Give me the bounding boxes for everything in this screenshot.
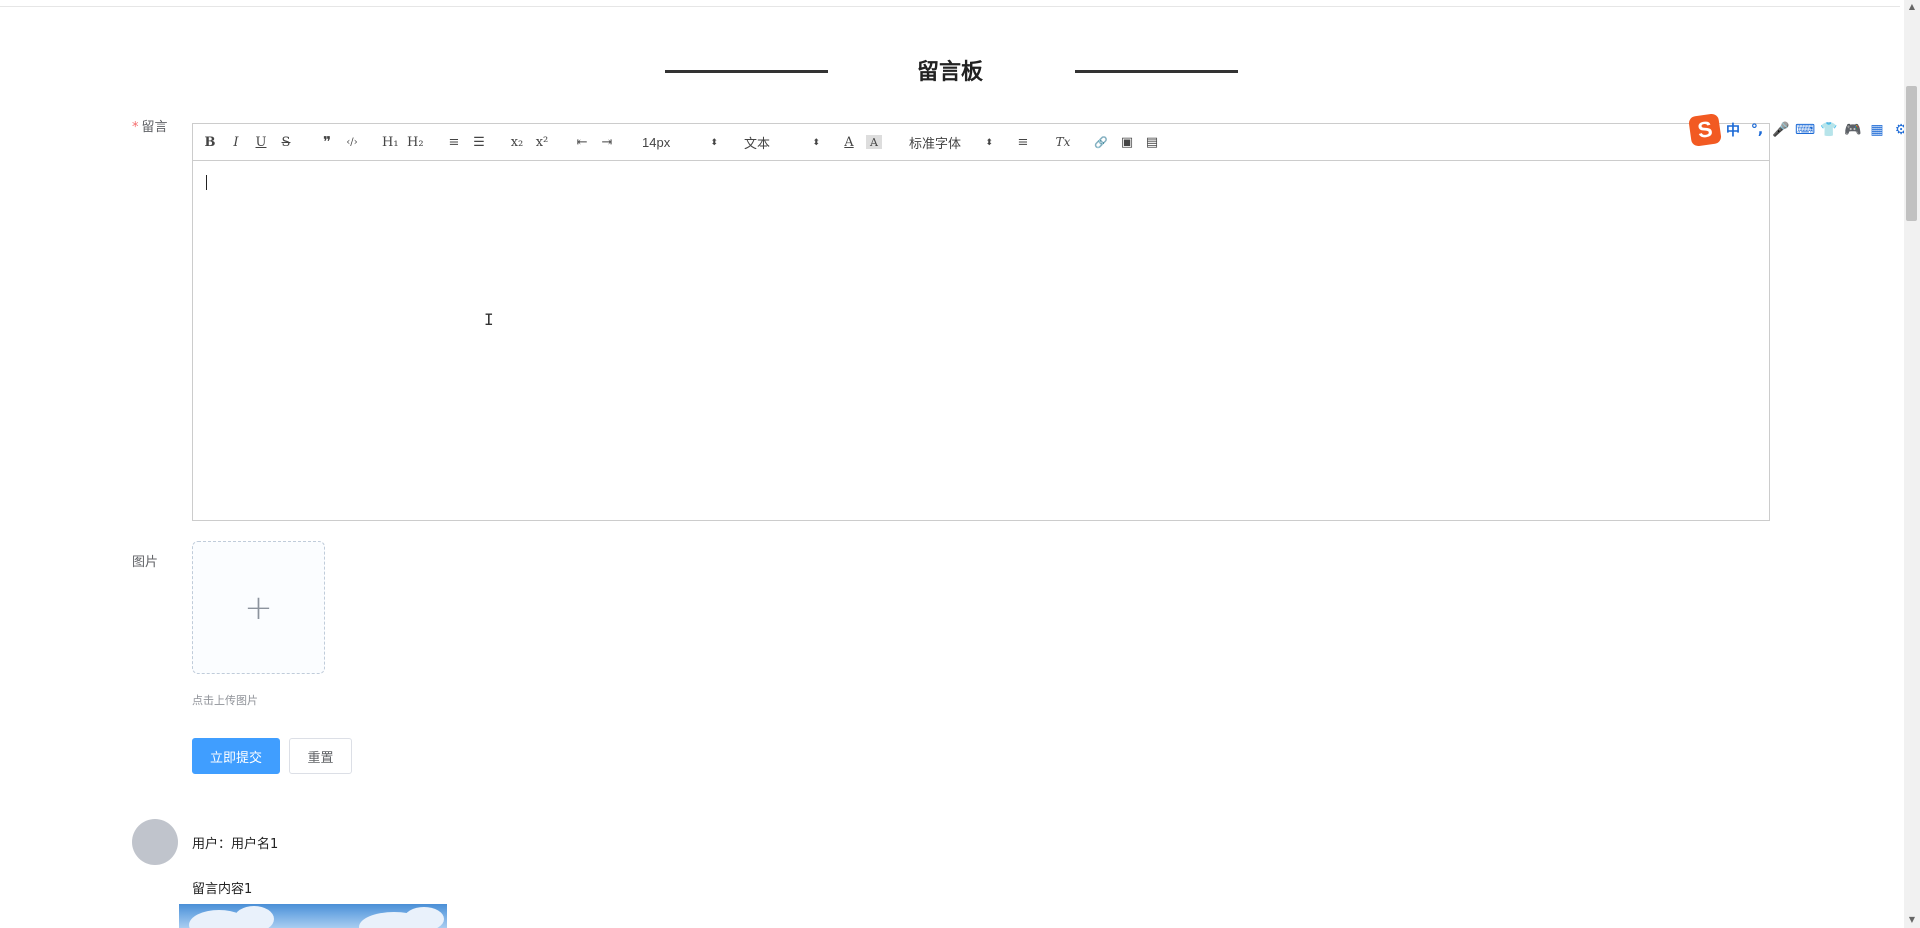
font-size-value: 14px: [642, 134, 671, 150]
upload-tip: 点击上传图片: [192, 694, 258, 707]
message-user: 用户：用户名1: [192, 837, 279, 852]
ime-skin-icon[interactable]: 👕: [1818, 119, 1840, 141]
rich-text-editor: B I U S ❞ ‹/› H₁ H₂ ≡ ☰ x₂ x² ⇤ ⇥ 14px ⬍…: [192, 123, 1770, 521]
image-icon[interactable]: ▣: [1119, 132, 1135, 152]
chevron-updown-icon: ⬍: [985, 137, 993, 147]
image-upload-box[interactable]: +: [192, 541, 325, 674]
ime-chinese-mode-icon[interactable]: 中: [1722, 119, 1744, 141]
editor-content-area[interactable]: I: [193, 161, 1769, 519]
avatar: [132, 819, 178, 865]
link-icon[interactable]: 🔗: [1093, 132, 1109, 152]
bullet-list-icon[interactable]: ☰: [471, 132, 487, 152]
scroll-down-arrow-icon[interactable]: ▼: [1906, 915, 1918, 924]
header-picker-value: 文本: [744, 135, 771, 151]
align-icon[interactable]: ≡: [1015, 132, 1031, 152]
italic-button[interactable]: I: [228, 132, 244, 152]
text-cursor: [206, 175, 207, 190]
header-2-button[interactable]: H₂: [407, 132, 424, 152]
outdent-icon[interactable]: ⇤: [574, 132, 590, 152]
ordered-list-icon[interactable]: ≡: [446, 132, 462, 152]
ime-microphone-icon[interactable]: 🎤: [1770, 119, 1792, 141]
scroll-up-arrow-icon[interactable]: ▲: [1906, 2, 1918, 11]
reset-button[interactable]: 重置: [289, 738, 352, 774]
font-family-picker[interactable]: 标准字体 ⬍: [909, 132, 993, 152]
bold-button[interactable]: B: [202, 132, 218, 152]
submit-button[interactable]: 立即提交: [192, 738, 280, 774]
strike-button[interactable]: S: [278, 132, 294, 152]
blockquote-icon[interactable]: ❞: [319, 132, 335, 152]
message-image[interactable]: [179, 904, 447, 928]
title-decor-line-left: [665, 70, 828, 73]
chevron-updown-icon: ⬍: [710, 137, 718, 147]
message-content: 留言内容1: [192, 882, 253, 897]
background-color-icon[interactable]: A: [866, 135, 882, 149]
video-icon[interactable]: ▤: [1144, 132, 1160, 152]
header-1-button[interactable]: H₁: [382, 132, 399, 152]
editor-toolbar: B I U S ❞ ‹/› H₁ H₂ ≡ ☰ x₂ x² ⇤ ⇥ 14px ⬍…: [193, 124, 1769, 161]
sogou-logo-icon[interactable]: S: [1688, 113, 1722, 147]
message-label-text: 留言: [141, 120, 168, 135]
code-block-icon[interactable]: ‹/›: [344, 132, 360, 152]
ime-toolbar: S 中 °, 🎤 ⌨ 👕 🎮 ▦ ⚙: [1688, 113, 1912, 147]
ime-punctuation-icon[interactable]: °,: [1746, 119, 1768, 141]
title-decor-line-right: [1075, 70, 1238, 73]
indent-icon[interactable]: ⇥: [599, 132, 615, 152]
subscript-button[interactable]: x₂: [509, 132, 525, 152]
ibeam-cursor-icon: I: [484, 310, 494, 329]
font-family-value: 标准字体: [909, 135, 962, 151]
page-title: 留言板: [916, 60, 983, 85]
font-size-picker[interactable]: 14px ⬍: [642, 132, 718, 152]
superscript-button[interactable]: x²: [534, 132, 550, 152]
font-color-icon[interactable]: A: [841, 132, 857, 152]
clean-format-icon[interactable]: Tx: [1055, 132, 1071, 152]
ime-apps-icon[interactable]: ▦: [1866, 119, 1888, 141]
header-picker[interactable]: 文本 ⬍: [744, 132, 820, 152]
page-title-area: 留言板: [0, 50, 1900, 86]
ime-game-icon[interactable]: 🎮: [1842, 119, 1864, 141]
plus-icon: +: [244, 587, 273, 628]
message-label: * 留言: [132, 116, 168, 135]
image-label: 图片: [132, 555, 159, 570]
underline-button[interactable]: U: [253, 132, 269, 152]
top-border: [0, 6, 1900, 7]
chevron-updown-icon: ⬍: [812, 137, 820, 147]
scrollbar-thumb[interactable]: [1906, 86, 1917, 221]
required-mark: *: [132, 120, 139, 135]
ime-keyboard-icon[interactable]: ⌨: [1794, 119, 1816, 141]
